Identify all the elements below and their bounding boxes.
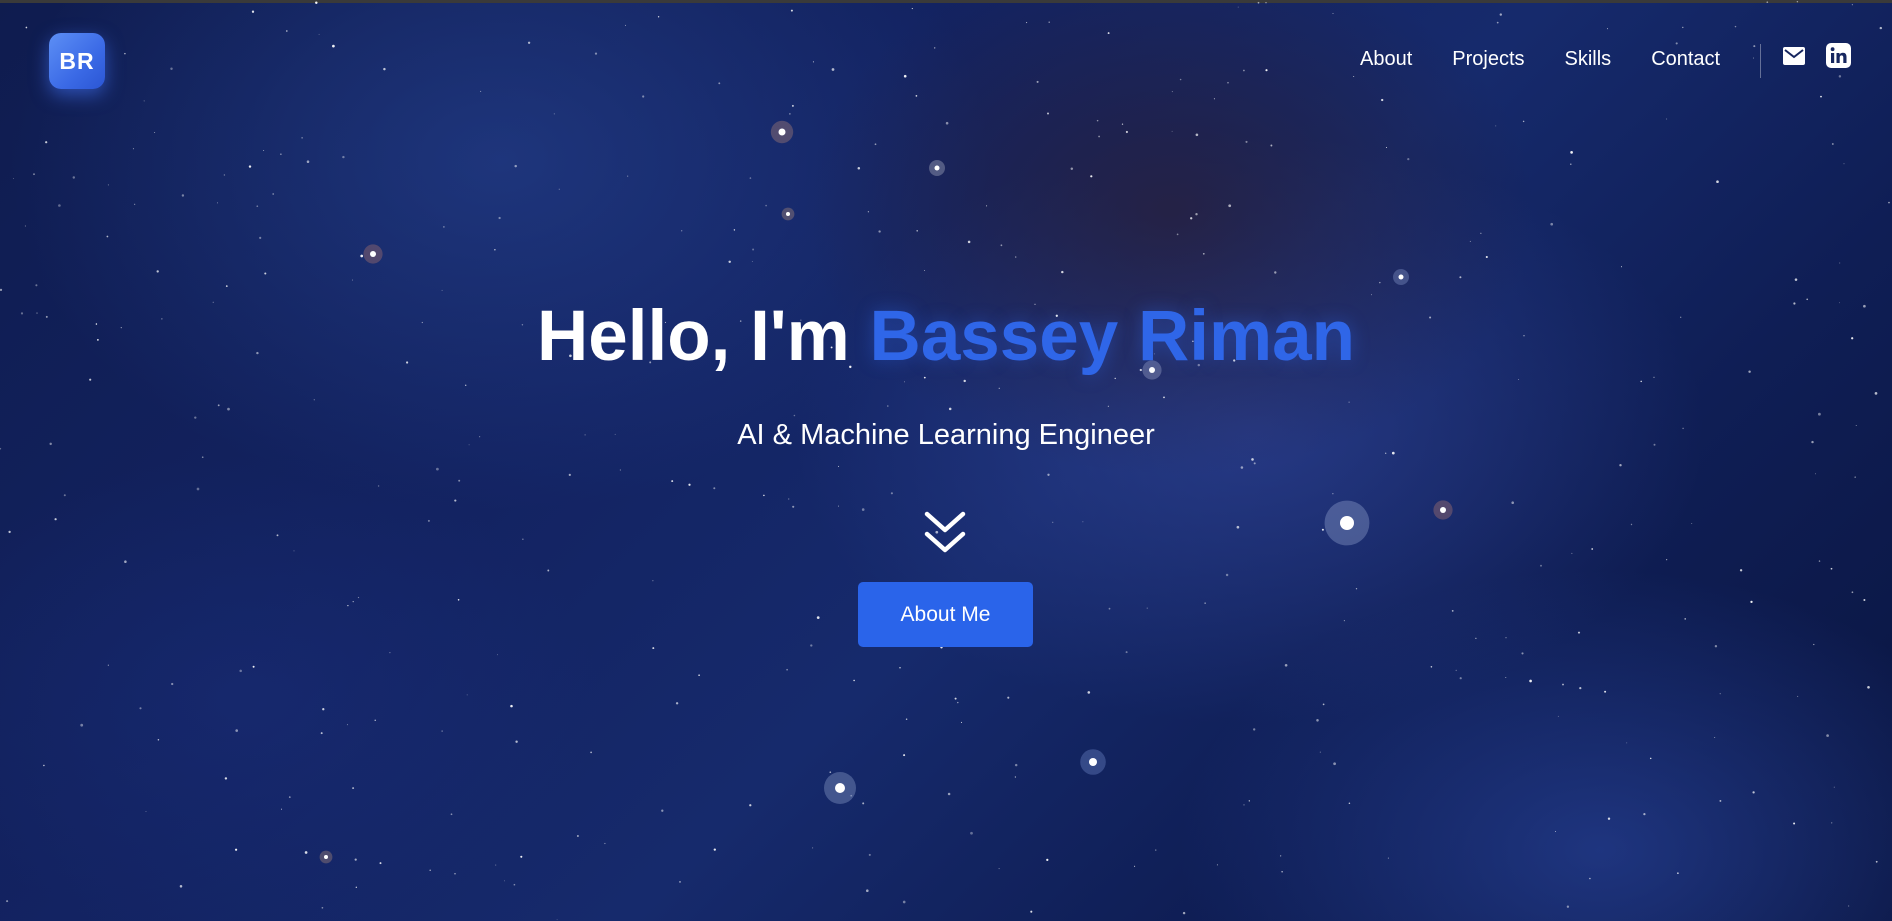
hero-subtitle: AI & Machine Learning Engineer (737, 419, 1155, 451)
hero-page: BR About Projects Skills Contact Hello, … (0, 0, 1892, 921)
nav-link-about[interactable]: About (1360, 48, 1412, 71)
starfield-background (0, 0, 1890, 921)
logo-badge[interactable]: BR (49, 33, 105, 89)
nav-link-contact[interactable]: Contact (1651, 48, 1720, 71)
mail-icon[interactable] (1783, 47, 1805, 65)
nav-link-projects[interactable]: Projects (1452, 48, 1524, 71)
nav-link-skills[interactable]: Skills (1565, 48, 1612, 71)
hero-greeting: Hello, I'm (537, 297, 850, 376)
double-chevron-down-icon[interactable] (923, 510, 967, 556)
hero-name: Bassey Riman (869, 297, 1355, 376)
hero-heading: Hello, I'm Bassey Riman (0, 296, 1892, 377)
main-nav: About Projects Skills Contact (1360, 48, 1760, 71)
nav-divider (1760, 44, 1761, 78)
about-me-button[interactable]: About Me (858, 582, 1033, 647)
linkedin-icon[interactable] (1826, 43, 1851, 68)
